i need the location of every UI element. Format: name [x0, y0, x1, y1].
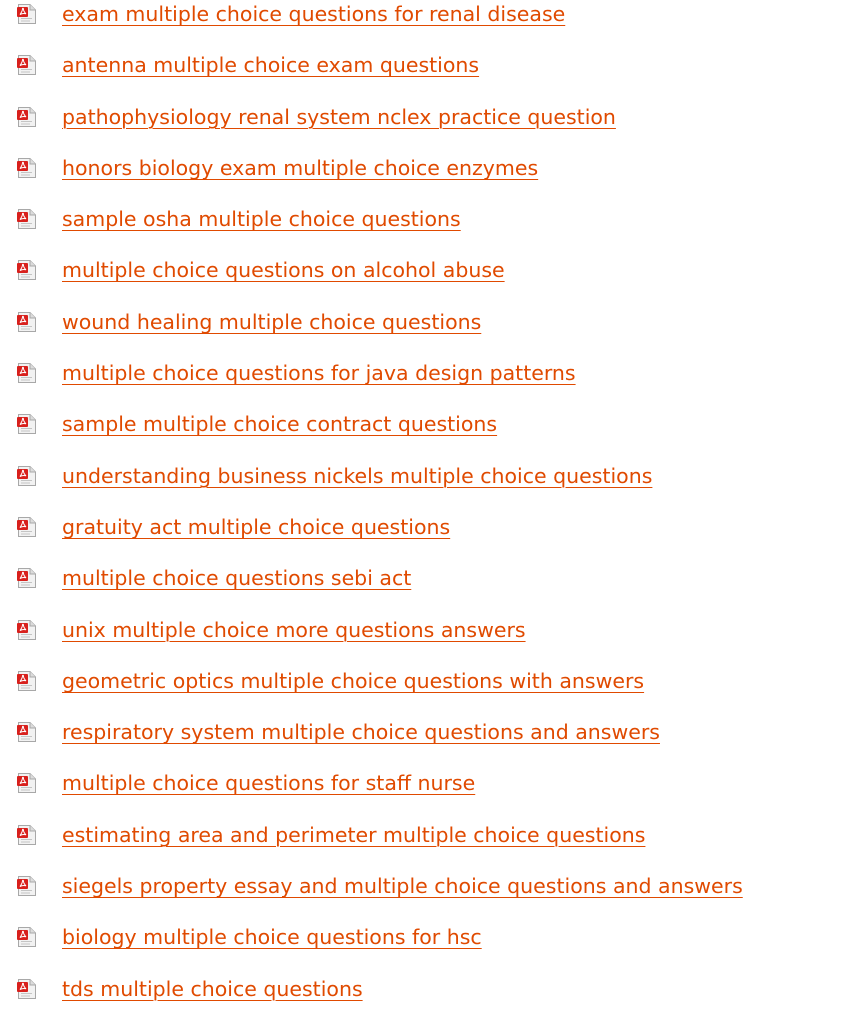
pdf-link[interactable]: respiratory system multiple choice quest…	[62, 718, 660, 746]
pdf-file-icon	[17, 209, 36, 229]
pdf-file-icon	[17, 825, 36, 845]
pdf-file-icon	[17, 927, 36, 947]
pdf-file-icon	[17, 312, 36, 332]
pdf-file-icon	[17, 979, 36, 999]
list-item: multiple choice questions for staff nurs…	[0, 769, 841, 820]
list-item: geometric optics multiple choice questio…	[0, 667, 841, 718]
pdf-link[interactable]: tds multiple choice questions	[62, 975, 363, 1003]
pdf-link[interactable]: multiple choice questions for staff nurs…	[62, 769, 475, 797]
pdf-link[interactable]: unix multiple choice more questions answ…	[62, 616, 526, 644]
list-item: multiple choice questions on alcohol abu…	[0, 256, 841, 307]
pdf-file-icon	[17, 466, 36, 486]
pdf-link-list: exam multiple choice questions for renal…	[0, 0, 841, 1026]
pdf-file-icon	[17, 55, 36, 75]
pdf-file-icon	[17, 620, 36, 640]
pdf-link[interactable]: estimating area and perimeter multiple c…	[62, 821, 645, 849]
pdf-file-icon	[17, 568, 36, 588]
list-item: gratuity act multiple choice questions	[0, 513, 841, 564]
list-item: sample multiple choice contract question…	[0, 410, 841, 461]
list-item: honors biology exam multiple choice enzy…	[0, 154, 841, 205]
pdf-link[interactable]: multiple choice questions sebi act	[62, 564, 411, 592]
pdf-file-icon	[17, 4, 36, 24]
pdf-link[interactable]: siegels property essay and multiple choi…	[62, 872, 743, 900]
pdf-file-icon	[17, 414, 36, 434]
pdf-link[interactable]: gratuity act multiple choice questions	[62, 513, 450, 541]
pdf-link[interactable]: antenna multiple choice exam questions	[62, 51, 479, 79]
pdf-link[interactable]: exam multiple choice questions for renal…	[62, 0, 565, 28]
list-item: estimating area and perimeter multiple c…	[0, 821, 841, 872]
pdf-file-icon	[17, 363, 36, 383]
pdf-file-icon	[17, 158, 36, 178]
pdf-link[interactable]: multiple choice questions on alcohol abu…	[62, 256, 505, 284]
list-item: tds multiple choice questions	[0, 975, 841, 1026]
list-item: pathophysiology renal system nclex pract…	[0, 103, 841, 154]
pdf-file-icon	[17, 722, 36, 742]
list-item: unix multiple choice more questions answ…	[0, 616, 841, 667]
list-item: wound healing multiple choice questions	[0, 308, 841, 359]
pdf-link[interactable]: sample osha multiple choice questions	[62, 205, 461, 233]
pdf-link[interactable]: pathophysiology renal system nclex pract…	[62, 103, 616, 131]
list-item: antenna multiple choice exam questions	[0, 51, 841, 102]
list-item: sample osha multiple choice questions	[0, 205, 841, 256]
list-item: siegels property essay and multiple choi…	[0, 872, 841, 923]
list-item: multiple choice questions sebi act	[0, 564, 841, 615]
pdf-file-icon	[17, 876, 36, 896]
pdf-file-icon	[17, 517, 36, 537]
list-item: biology multiple choice questions for hs…	[0, 923, 841, 974]
pdf-file-icon	[17, 773, 36, 793]
list-item: respiratory system multiple choice quest…	[0, 718, 841, 769]
pdf-file-icon	[17, 107, 36, 127]
pdf-file-icon	[17, 671, 36, 691]
pdf-link[interactable]: geometric optics multiple choice questio…	[62, 667, 644, 695]
list-item: understanding business nickels multiple …	[0, 462, 841, 513]
list-item: multiple choice questions for java desig…	[0, 359, 841, 410]
pdf-link[interactable]: multiple choice questions for java desig…	[62, 359, 576, 387]
pdf-link[interactable]: wound healing multiple choice questions	[62, 308, 481, 336]
pdf-link[interactable]: biology multiple choice questions for hs…	[62, 923, 482, 951]
list-item: exam multiple choice questions for renal…	[0, 0, 841, 51]
pdf-file-icon	[17, 260, 36, 280]
pdf-link[interactable]: sample multiple choice contract question…	[62, 410, 497, 438]
pdf-link[interactable]: understanding business nickels multiple …	[62, 462, 652, 490]
pdf-link[interactable]: honors biology exam multiple choice enzy…	[62, 154, 538, 182]
